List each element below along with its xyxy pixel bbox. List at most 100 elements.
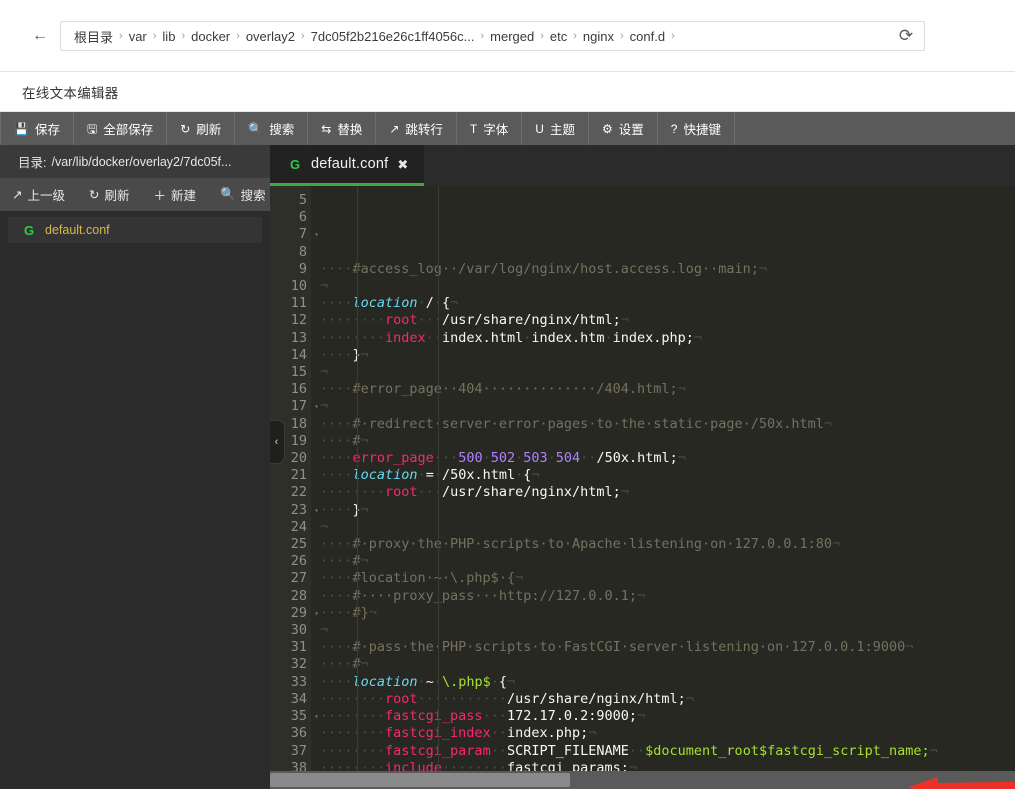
code-content[interactable]: ····#access_log··/var/log/nginx/host.acc… (311, 186, 1015, 771)
save-all-icon: 🖫 (86, 121, 98, 136)
line-number: 32 (290, 656, 307, 673)
code-line: ¬ (320, 364, 329, 381)
editor-region: G default.conf ✖ 5 6 7 ▾ 8 9 10 11 12 13 14 15 16 17 ▾… (270, 145, 1015, 789)
code-line: ¬ (320, 622, 329, 639)
code-line: ····#¬ (320, 553, 369, 570)
menu-item-label: 快捷键 (683, 123, 721, 137)
line-number: 23 ▾ (290, 501, 319, 518)
menu-item-font[interactable]: T 字体 (457, 112, 523, 145)
menu-item-save-all[interactable]: 🖫 全部保存 (74, 112, 168, 145)
file-tool-search[interactable]: 🔍 搜索 (208, 185, 278, 204)
line-number: 28 (290, 587, 307, 604)
breadcrumb-item[interactable]: merged (485, 29, 539, 44)
goto-line-icon: ↗ (389, 121, 400, 136)
menu-item-label: 字体 (483, 123, 509, 137)
code-line: ····#····proxy_pass···http://127.0.0.1;¬ (320, 587, 646, 604)
file-tool-refresh[interactable]: ↻ 刷新 (77, 185, 142, 204)
menu-item-label: 主题 (549, 123, 575, 137)
code-line: ····}¬ (320, 501, 369, 518)
code-line: ········root···/usr/share/nginx/html;¬ (320, 484, 629, 501)
menu-item-save[interactable]: 💾 保存 (0, 112, 74, 145)
breadcrumb-item[interactable]: overlay2 (241, 29, 300, 44)
breadcrumb-item[interactable]: 根目录 (69, 27, 118, 46)
file-name: default.conf (45, 223, 110, 237)
horizontal-scrollbar[interactable] (270, 771, 1015, 789)
code-line: ········fastcgi_pass···172.17.0.2:9000;¬ (320, 708, 646, 725)
panel-collapse-handle[interactable]: ‹ (270, 420, 285, 464)
menu-item-label: 替换 (337, 123, 363, 137)
line-number: 9 (298, 260, 307, 277)
line-number: 16 (290, 381, 307, 398)
file-browser-panel: 目录: /var/lib/docker/overlay2/7dc05f... ↗… (0, 145, 270, 789)
refresh-icon: ↻ (89, 188, 100, 202)
code-line: ····#·pass·the·PHP·scripts·to·FastCGI·se… (320, 639, 914, 656)
code-line: ····location·/·{¬ (320, 295, 459, 312)
settings-icon: ⚙ (601, 121, 613, 136)
line-number: 11 (290, 295, 307, 312)
line-number: 5 (298, 192, 307, 208)
code-line: ¬ (320, 398, 329, 415)
line-number: 22 (290, 484, 307, 501)
page-title: 在线文本编辑器 (22, 85, 119, 101)
breadcrumb-address-bar[interactable]: 根目录 › var › lib › docker › overlay2 › 7dc05f2b216e… (60, 21, 925, 51)
menu-item-goto-line[interactable]: ↗ 跳转行 (376, 112, 457, 145)
chevron-left-icon: ‹ (274, 436, 279, 448)
menu-item-theme[interactable]: U 主题 (522, 112, 589, 145)
menu-item-label: 保存 (34, 123, 60, 137)
menu-item-shortcut[interactable]: ? 快捷键 (658, 112, 735, 145)
file-browser-toolbar: ↗ 上一级 ↻ 刷新 ＋ 新建 🔍 搜索 (0, 178, 270, 211)
menu-item-search[interactable]: 🔍 搜索 (235, 112, 309, 145)
menu-item-refresh[interactable]: ↻ 刷新 (167, 112, 236, 145)
file-tool-label: 搜索 (240, 189, 266, 203)
list-item[interactable]: Gdefault.conf (8, 217, 262, 243)
refresh-icon: ↻ (180, 121, 191, 136)
menu-item-label: 设置 (618, 123, 644, 137)
code-line: ········index··index.html·index.htm·inde… (320, 329, 703, 346)
breadcrumb-item[interactable]: lib (157, 29, 180, 44)
code-line: ····#error_page··404··············/404.h… (320, 381, 686, 398)
breadcrumb-item[interactable]: etc (545, 29, 572, 44)
code-line: ····#}¬ (320, 604, 377, 621)
menu-item-label: 刷新 (196, 123, 222, 137)
theme-icon: U (535, 121, 544, 136)
line-number: 35 ▾ (290, 708, 319, 725)
menubar-filler (735, 112, 1015, 145)
code-line: ········include········fastcgi_params;¬ (320, 759, 638, 771)
line-number: 26 (290, 553, 307, 570)
breadcrumb-item[interactable]: 7dc05f2b216e26c1ff4056c... (306, 29, 480, 44)
menu-item-settings[interactable]: ⚙ 设置 (589, 112, 658, 145)
code-line: ····location·=·/50x.html·{¬ (320, 467, 540, 484)
reload-icon[interactable]: ⟳ (890, 21, 922, 51)
line-number: 6 (298, 209, 307, 226)
file-tool-new[interactable]: ＋ 新建 (142, 185, 209, 204)
close-icon[interactable]: ✖ (397, 158, 408, 171)
menu-item-label: 搜索 (269, 123, 295, 137)
breadcrumb-item[interactable]: nginx (578, 29, 619, 44)
breadcrumb-item[interactable]: var (124, 29, 152, 44)
replace-icon: ⇆ (321, 121, 332, 136)
code-line: ····}¬ (320, 346, 369, 363)
code-line: ¬ (320, 518, 329, 535)
tab-default-conf[interactable]: G default.conf ✖ (270, 145, 425, 186)
file-tool-label: 新建 (171, 189, 197, 203)
file-tool-up-level[interactable]: ↗ 上一级 (0, 185, 77, 204)
back-button[interactable]: ← (27, 24, 53, 48)
line-number-gutter: 5 6 7 ▾ 8 9 10 11 12 13 14 15 16 17 ▾ 18 19 20 21 22 23 ▾ 24 25… (270, 186, 319, 771)
new-icon: ＋ (153, 189, 167, 203)
shortcut-icon: ? (670, 121, 678, 136)
save-icon: 💾 (14, 121, 29, 136)
scrollbar-thumb[interactable] (270, 773, 570, 787)
code-line: ········fastcgi_index··index.php;¬ (320, 725, 597, 742)
file-tool-label: 上一级 (27, 189, 65, 203)
line-number: 29 ▾ (290, 604, 319, 621)
line-number: 24 (290, 518, 307, 535)
breadcrumb-item[interactable]: conf.d (625, 29, 670, 44)
code-line: ····#access_log··/var/log/nginx/host.acc… (320, 260, 768, 277)
menu-item-replace[interactable]: ⇆ 替换 (308, 112, 377, 145)
code-viewport[interactable]: 5 6 7 ▾ 8 9 10 11 12 13 14 15 16 17 ▾ 18 19 20 21 22 23 ▾ 24 25… (270, 186, 1015, 771)
breadcrumb-item[interactable]: docker (186, 29, 235, 44)
current-directory: 目录: /var/lib/docker/overlay2/7dc05f... (0, 145, 270, 178)
line-number: 8 (298, 243, 307, 260)
code-line: ····#¬ (320, 656, 369, 673)
app-title-bar: 在线文本编辑器 (0, 72, 1015, 112)
